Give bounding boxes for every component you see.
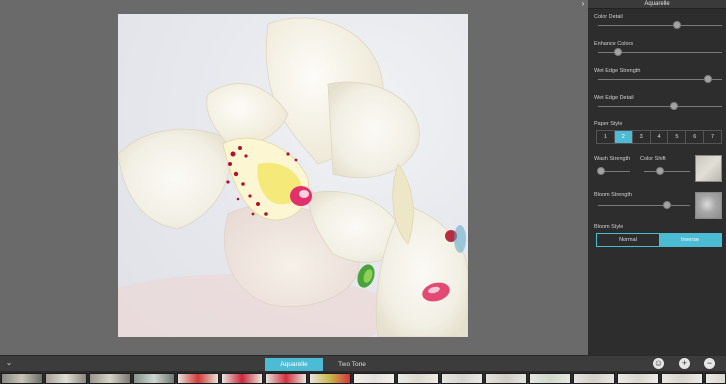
color-detail-label: Color Detail (594, 14, 623, 20)
slider-knob[interactable] (673, 21, 682, 29)
bloom-style-selector: Normal Inverse (596, 233, 722, 247)
paper-style-option-5[interactable]: 5 (668, 131, 687, 143)
bloom-style-label: Bloom Style (594, 224, 624, 230)
preset-filmstrip (0, 371, 726, 384)
paper-style-option-7[interactable]: 7 (704, 131, 721, 143)
slider-track (644, 170, 690, 172)
preset-bar: ⌄ Aquarelle Two Tone ☺ + − (0, 355, 726, 371)
preset-thumbnail[interactable] (1, 373, 43, 384)
chevron-down-icon[interactable]: ⌄ (4, 358, 14, 368)
chevron-right-icon[interactable]: › (579, 0, 587, 8)
aquarelle-settings-panel: › Aquarelle Color Detail Enhance Colors … (582, 0, 726, 355)
paper-style-selector: 1 2 3 4 5 6 7 (596, 130, 722, 144)
panel-title: Aquarelle (644, 1, 670, 7)
canvas-area (0, 0, 588, 355)
preset-thumbnail[interactable] (529, 373, 571, 384)
slider-knob[interactable] (669, 102, 678, 110)
preset-thumbnail[interactable] (485, 373, 527, 384)
bloom-style-inverse[interactable]: Inverse (659, 234, 721, 246)
orchid-painting (118, 17, 468, 337)
preset-thumbnail[interactable] (705, 373, 726, 384)
paper-style-label: Paper Style (594, 121, 623, 127)
slider-knob[interactable] (613, 48, 622, 56)
wet-edge-strength-label: Wet Edge Strength (594, 68, 641, 74)
bloom-style-normal[interactable]: Normal (597, 234, 659, 246)
paper-style-option-6[interactable]: 6 (686, 131, 705, 143)
preset-thumbnail[interactable] (573, 373, 615, 384)
preset-thumbnail[interactable] (441, 373, 483, 384)
slider-knob[interactable] (656, 167, 665, 175)
preset-thumbnail[interactable] (221, 373, 263, 384)
preset-thumbnail[interactable] (309, 373, 351, 384)
slider-track (598, 204, 690, 206)
slider-knob[interactable] (663, 201, 671, 209)
preset-thumbnail[interactable] (133, 373, 175, 384)
bloom-strength-slider[interactable] (598, 201, 690, 209)
wash-strength-slider[interactable] (597, 167, 630, 175)
tab-aquarelle[interactable]: Aquarelle (265, 358, 323, 371)
preset-thumbnail[interactable] (353, 373, 395, 384)
preset-thumbnail[interactable] (45, 373, 87, 384)
preset-thumbnail[interactable] (177, 373, 219, 384)
wash-strength-label: Wash Strength (594, 156, 631, 162)
slider-track (598, 24, 722, 26)
paper-style-option-2[interactable]: 2 (614, 131, 633, 143)
panel-header: › Aquarelle (582, 0, 726, 9)
enhance-colors-slider[interactable] (598, 48, 722, 56)
bloom-strength-label: Bloom Strength (594, 192, 632, 198)
add-preset-button[interactable]: + (679, 358, 690, 369)
preset-thumbnail[interactable] (89, 373, 131, 384)
preset-thumbnail[interactable] (617, 373, 659, 384)
color-shift-slider[interactable] (644, 167, 690, 175)
wet-edge-detail-label: Wet Edge Detail (594, 95, 634, 101)
color-shift-label: Color Shift (640, 156, 666, 162)
paper-style-option-3[interactable]: 3 (633, 131, 651, 143)
preset-thumbnail[interactable] (397, 373, 439, 384)
paper-texture-thumbnail[interactable] (695, 155, 722, 182)
preset-thumbnail[interactable] (661, 373, 703, 384)
paper-style-option-4[interactable]: 4 (651, 131, 669, 143)
slider-knob[interactable] (704, 75, 713, 83)
slider-track (598, 105, 722, 107)
app-window: › Aquarelle Color Detail Enhance Colors … (0, 0, 726, 384)
smiley-settings-icon[interactable]: ☺ (653, 358, 664, 369)
preset-thumbnail[interactable] (265, 373, 307, 384)
enhance-colors-label: Enhance Colors (594, 41, 634, 47)
paper-style-option-1[interactable]: 1 (597, 131, 615, 143)
watercolor-orchid-image[interactable] (118, 14, 468, 337)
wet-edge-detail-slider[interactable] (598, 102, 722, 110)
wet-edge-strength-slider[interactable] (598, 75, 722, 83)
bloom-texture-thumbnail[interactable] (695, 192, 722, 219)
tab-two-tone[interactable]: Two Tone (323, 358, 381, 371)
color-detail-slider[interactable] (598, 21, 722, 29)
slider-knob[interactable] (597, 167, 606, 175)
remove-preset-button[interactable]: − (704, 358, 715, 369)
